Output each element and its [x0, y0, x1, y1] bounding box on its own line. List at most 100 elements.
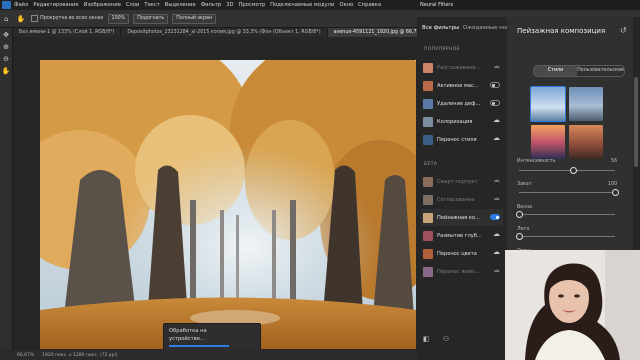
menu-type[interactable]: Текст [144, 2, 159, 8]
filter-thumbnail [423, 248, 433, 259]
slider-label-sunset: Закат [517, 182, 532, 187]
filter-thumbnail [423, 230, 433, 241]
filter-row-colorize[interactable]: Колоризация ☁ [421, 113, 503, 130]
filter-label: Пейзажная ко... [437, 214, 480, 221]
filter-toggle[interactable] [490, 214, 500, 220]
scrollbar-thumb[interactable] [634, 77, 638, 167]
menu-image[interactable]: Изображение [84, 2, 121, 8]
slider-track-summer[interactable] [519, 236, 615, 237]
preset-thumbnail-snow-mountains[interactable] [530, 86, 566, 122]
preset-thumbnail-canyon[interactable] [569, 125, 603, 159]
autumn-avenue-photo[interactable] [40, 60, 416, 349]
slider-handle-sunset[interactable] [612, 189, 619, 196]
menu-file[interactable]: Файл [14, 2, 28, 8]
zoom-tool-icon[interactable]: ⊕ [1, 42, 11, 52]
undo-icon[interactable]: ↺ [620, 26, 627, 35]
preset-thumbnail-sunset-mountains[interactable] [531, 125, 565, 159]
filter-row-active-mask[interactable]: Активное мас... [421, 77, 503, 94]
tab-document-2[interactable]: Depositphotos_23231284_xl-2015 копия.jpg… [121, 28, 328, 37]
filter-row-defect-removal[interactable]: Удаление деф... [421, 95, 503, 112]
cloud-download-icon[interactable]: ☁ [493, 195, 500, 202]
menu-layers[interactable]: Слои [126, 2, 139, 8]
slider-label-intensity: Интенсивность [517, 159, 556, 164]
filter-toggle[interactable] [490, 82, 500, 88]
checkbox-box[interactable] [31, 15, 39, 22]
menu-filter[interactable]: Фильтр [201, 2, 222, 8]
filter-label: Перенос стиля [437, 136, 477, 143]
scroll-all-windows-checkbox[interactable]: Прокрутка во всех окнах [31, 15, 104, 22]
slider-track-spring[interactable] [519, 214, 615, 215]
status-zoom[interactable]: 66,67% [17, 353, 34, 358]
filter-row-landscape-mixer[interactable]: Пейзажная ко... [421, 209, 503, 226]
menu-select[interactable]: Выделение [165, 2, 196, 8]
seg-custom[interactable]: Пользовательские [577, 66, 624, 76]
filter-row-paint-transfer[interactable]: Перенос живо... ☁ [421, 263, 503, 280]
scroll-all-label: Прокрутка во всех окнах [40, 16, 104, 21]
preset-thumbnail-mountain-lake[interactable] [569, 87, 603, 121]
slider-handle-summer[interactable] [516, 233, 523, 240]
filter-row-depth-blur[interactable]: Размытие глуб... ☁ [421, 227, 503, 244]
toggle-knob [492, 101, 495, 105]
filter-thumbnail [423, 62, 433, 73]
menu-help[interactable]: Справка [358, 2, 381, 8]
slider-handle-intensity[interactable] [569, 167, 577, 174]
cloud-download-icon[interactable]: ☁ [493, 177, 500, 184]
filter-label: Активное мас... [437, 82, 479, 89]
filter-thumbnail [423, 266, 433, 277]
filter-thumbnail [423, 194, 433, 205]
toggle-knob [492, 83, 495, 87]
cloud-download-icon[interactable]: ☁ [493, 117, 500, 124]
featured-section-header: ПОПУЛЯРНОЕ [424, 47, 460, 52]
menu-view[interactable]: Просмотр [239, 2, 266, 8]
slider-handle-spring[interactable] [516, 211, 523, 218]
filter-row-smart-portrait[interactable]: Смарт-портрет ☁ [421, 173, 503, 190]
filter-row-skin-smoothing[interactable]: Разглаживани... ☁ [421, 59, 503, 76]
photoshop-logo-icon [2, 1, 11, 9]
move-tool-icon[interactable]: ✥ [1, 30, 11, 40]
filter-toggle[interactable] [490, 100, 500, 106]
menu-3d[interactable]: 3D [226, 2, 233, 8]
hand-tool-icon[interactable]: ✋ [1, 66, 11, 76]
seg-presets[interactable]: Стили [534, 66, 578, 76]
fill-screen-button[interactable]: Полный экран [172, 13, 217, 24]
home-icon[interactable]: ⌂ [4, 15, 8, 23]
slider-track-intensity[interactable] [519, 170, 615, 171]
filter-thumbnail [423, 80, 433, 91]
zoom-100-button[interactable]: 100% [107, 13, 130, 24]
cloud-download-icon[interactable]: ☁ [493, 267, 500, 274]
filter-row-style-transfer[interactable]: Перенос стиля ☁ [421, 131, 503, 148]
zoom-out-tool-icon[interactable]: ⊖ [1, 54, 11, 64]
filter-thumbnail [423, 176, 433, 187]
processing-progress-bar [169, 345, 229, 347]
menu-window[interactable]: Окно [339, 2, 353, 8]
cloud-download-icon[interactable]: ☁ [493, 249, 500, 256]
slider-track-sunset[interactable] [519, 192, 615, 193]
cloud-download-icon[interactable]: ☁ [493, 135, 500, 142]
presets-segmented-control: Стили Пользовательские [533, 65, 625, 77]
filter-label: Разглаживани... [437, 64, 481, 71]
tab-document-1[interactable]: Без имени-1 @ 133% (Слой 1, RGB/8*) [13, 28, 122, 37]
cloud-download-icon[interactable]: ☁ [493, 63, 500, 70]
tab-all-filters[interactable]: Все фильтры [422, 25, 459, 31]
menu-edit[interactable]: Редактирование [33, 2, 78, 8]
filter-thumbnail [423, 134, 433, 145]
settings-title: Пейзажная композиция [517, 27, 606, 35]
filter-row-color-transfer[interactable]: Перенос цвета ☁ [421, 245, 503, 262]
status-doc-info: 1920 пикс. x 1280 пикс. (72 ppi) [42, 352, 118, 358]
filter-label: Перенос цвета [437, 250, 477, 257]
fit-screen-button[interactable]: Подогнать [133, 13, 169, 24]
layer-preview-icon[interactable]: ⚇ [443, 335, 449, 343]
menu-plugins[interactable]: Подключаемые модули [270, 2, 334, 8]
processing-line2: устройстве... [169, 336, 205, 342]
filter-label: Смарт-портрет [437, 178, 478, 185]
cloud-download-icon[interactable]: ☁ [493, 231, 500, 238]
neural-filters-header: Neural Filters [417, 0, 640, 10]
slider-label-spring: Весна [517, 205, 532, 210]
filter-thumbnail [423, 98, 433, 109]
filter-list-panel: Все фильтры Ожидаемые новин ПОПУЛЯРНОЕ Р… [417, 17, 516, 360]
slider-label-summer: Лето [517, 227, 530, 232]
document-tabs: Без имени-1 @ 133% (Слой 1, RGB/8*) Depo… [13, 28, 469, 37]
filter-row-harmonization[interactable]: Согласование ☁ [421, 191, 503, 208]
compare-layers-icon[interactable]: ◧ [423, 335, 430, 343]
filter-label: Удаление деф... [437, 100, 481, 107]
